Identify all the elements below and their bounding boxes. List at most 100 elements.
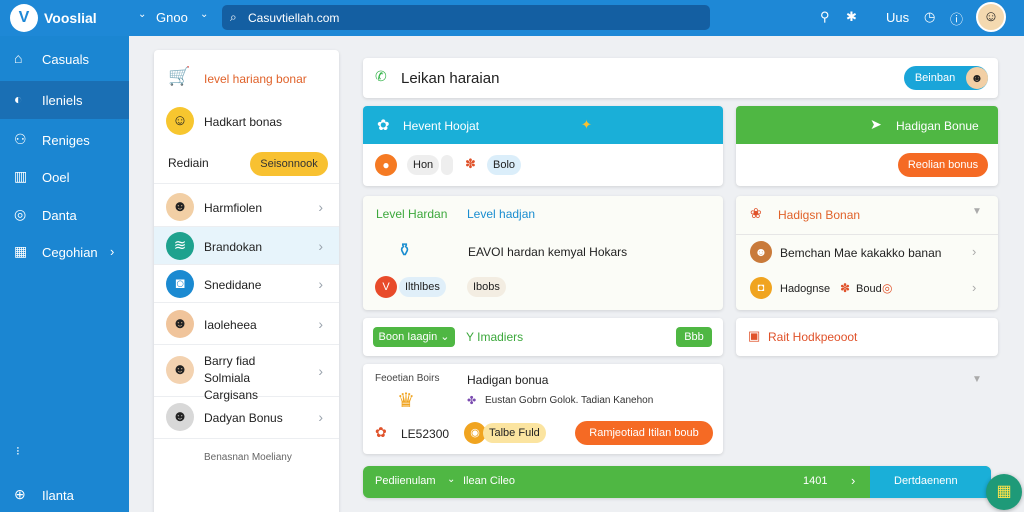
- sidebar-item-label: Casuals: [42, 52, 89, 67]
- panel-top-item[interactable]: ☺ Hadkart bonas: [154, 102, 339, 140]
- app-name: Vooslial: [44, 10, 97, 26]
- chevron-right-icon: ›: [110, 244, 115, 259]
- speed-icon: ◐: [14, 91, 23, 107]
- sidebar-item-ilanta[interactable]: ⊕ Ilanta: [0, 476, 129, 512]
- sidebar-item-ooel[interactable]: ▥ Ooel: [0, 158, 129, 196]
- contact-name: Brandokan: [204, 240, 263, 254]
- chevron-right-icon: ›: [318, 316, 323, 332]
- help-icon[interactable]: ⓘ: [950, 9, 963, 28]
- workspace-dropdown[interactable]: Gnoo: [156, 10, 188, 25]
- home-icon: ⌂: [14, 50, 23, 66]
- contact-row[interactable]: ☻ Iaoleheea ›: [154, 303, 339, 345]
- sidebar-item-cegohian[interactable]: ▦ Cegohian ›: [0, 233, 129, 271]
- sidebar-item-reniges[interactable]: ⚇ Reniges: [0, 121, 129, 159]
- level-chip[interactable]: Ibobs: [467, 277, 506, 297]
- bag-icon: ⚱: [397, 240, 413, 260]
- chart-icon: ▥: [14, 168, 28, 184]
- gift-icon: ▣: [748, 328, 761, 343]
- avatar: ☻: [166, 356, 194, 384]
- filter-dropdown[interactable]: Boon Iaagin ⌄: [373, 327, 455, 347]
- panel-top-item[interactable]: 🛒 Ievel hariang bonar: [154, 60, 339, 98]
- bar-action-label: Dertdaenenn: [894, 475, 958, 487]
- chevron-right-icon[interactable]: ›: [851, 473, 855, 488]
- chevron-right-icon: ›: [318, 363, 323, 379]
- sidebar-item-ileniels[interactable]: ◐ Ileniels: [0, 81, 129, 119]
- contact-row[interactable]: ≋ Brandokan ›: [154, 227, 339, 265]
- panel-footer-text: Benasnan Moeliany: [204, 452, 292, 463]
- level-card-text: EAVOI hardan kemyal Hokars: [468, 245, 628, 259]
- contact-row[interactable]: ◙ Snedidane ›: [154, 265, 339, 303]
- rait-card-label: Rait Hodkpeooot: [768, 330, 858, 344]
- panel-section-header: Rediain Seisonnook: [154, 146, 339, 184]
- contact-name: Dadyan Bonus: [204, 411, 283, 425]
- filter-badge[interactable]: Bbb: [676, 327, 712, 347]
- search-input[interactable]: Casuvtiellah.com: [248, 11, 339, 25]
- claim-bonus-button[interactable]: Reolian bonus: [898, 153, 988, 177]
- star-icon: ✦: [581, 117, 592, 132]
- sidebar-item-label: Cegohian: [42, 245, 98, 260]
- app-logo-icon[interactable]: V: [10, 4, 38, 32]
- bonus-item-label: Bemchan Mae kakakko banan: [780, 246, 942, 260]
- sidebar-item-danta[interactable]: ◎ Danta: [0, 196, 129, 234]
- spotify-icon: ≋: [166, 232, 194, 260]
- smile-icon: ☺: [166, 107, 194, 135]
- filter-dropdown-label: Boon Iaagin: [378, 331, 438, 343]
- bonus-card: ➤ Hadigan Bonue Reolian bonus: [736, 106, 998, 186]
- send-icon: ➤: [870, 116, 882, 132]
- bar-label: Ilean Cileo: [463, 475, 515, 487]
- offer-chip[interactable]: Talbe Fuld: [483, 423, 546, 443]
- avatar: ☻: [966, 67, 988, 89]
- panel-item-label: Ievel hariang bonar: [204, 72, 307, 86]
- section-button[interactable]: Seisonnook: [250, 152, 328, 176]
- tab-level-hardan[interactable]: Level Hardan: [376, 207, 447, 221]
- chevron-right-icon: ›: [972, 280, 977, 295]
- chevron-down-icon[interactable]: ▼: [972, 374, 982, 385]
- puzzle-icon: ✤: [467, 395, 477, 407]
- tab-level-hadjan[interactable]: Level hadjan: [467, 207, 535, 221]
- offer-description: Eustan Gobrn Golok. Tadian Kanehon: [485, 395, 654, 406]
- filter-row: Boon Iaagin ⌄ Y Imadiers Bbb: [363, 318, 723, 356]
- sidebar-item-label: Reniges: [42, 133, 90, 148]
- level-chip[interactable]: Ilthlbes: [399, 277, 446, 297]
- offer-code: LE52300: [401, 427, 450, 441]
- chevron-down-icon[interactable]: ⌄: [447, 474, 455, 485]
- lock-icon: ◘: [750, 277, 772, 299]
- user-label: Uus: [886, 10, 910, 25]
- chevron-down-icon[interactable]: ⌄: [138, 9, 146, 20]
- search-icon: ⌕: [230, 10, 237, 24]
- zoom-icon[interactable]: ⚲: [820, 9, 830, 25]
- contact-row[interactable]: ☻ Harmfiolen ›: [154, 187, 339, 227]
- calendar-fab-icon[interactable]: ▦: [986, 474, 1022, 510]
- robot-icon: ◙: [166, 270, 194, 298]
- contact-name: Snedidane: [204, 278, 262, 292]
- clock-icon[interactable]: ◷: [924, 9, 935, 25]
- search-bar[interactable]: ⌕ Casuvtiellah.com: [222, 5, 710, 30]
- section-label: Rediain: [168, 156, 209, 170]
- more-icon[interactable]: ⁝: [16, 444, 20, 458]
- chevron-down-icon[interactable]: ▼: [972, 206, 982, 217]
- page-title: Leikan haraian: [401, 70, 500, 87]
- target-icon: ◎: [14, 206, 27, 222]
- settings-icon[interactable]: ✱: [846, 9, 857, 25]
- chevron-down-icon[interactable]: ⌄: [200, 9, 208, 20]
- bonus-list-item[interactable]: ☻ Bemchan Mae kakakko banan ›: [736, 236, 998, 272]
- trophy-icon: ♛: [397, 390, 415, 412]
- offer-action-button[interactable]: Ramjeotiad Itilan boub: [575, 421, 713, 445]
- flower-icon: ✽: [465, 156, 476, 171]
- contact-row[interactable]: ☻ Barry fiad Solmiala Cargisans ›: [154, 345, 339, 402]
- bar-action-button[interactable]: Dertdaenenn: [870, 466, 991, 498]
- user-avatar[interactable]: ☺: [976, 2, 1006, 32]
- sidebar-item-casuals[interactable]: ⌂ Casuals: [0, 40, 129, 78]
- title-card: ✆ Leikan haraian Beinban ☻: [363, 58, 998, 98]
- contact-row[interactable]: ☻ Dadyan Bonus ›: [154, 397, 339, 439]
- event-chip[interactable]: Bolo: [487, 155, 522, 175]
- rait-card[interactable]: ▣ Rait Hodkpeooot: [736, 318, 998, 356]
- bonus-offer-card: Feoetian Boirs ♛ Hadigan bonua ✤ Eustan …: [363, 364, 723, 454]
- orange-badge-icon: ●: [375, 154, 397, 176]
- grid-icon: ▦: [14, 243, 28, 259]
- sidebar: ⌂ Casuals ◐ Ileniels ⚇ Reniges ▥ Ooel ◎ …: [0, 36, 129, 512]
- avatar: ☻: [750, 241, 772, 263]
- bonus-list-item[interactable]: ◘ Hadognse ✽ Boud ◎ ›: [736, 272, 998, 308]
- event-chip[interactable]: Hon: [407, 155, 440, 175]
- event-chip-empty[interactable]: [441, 155, 453, 175]
